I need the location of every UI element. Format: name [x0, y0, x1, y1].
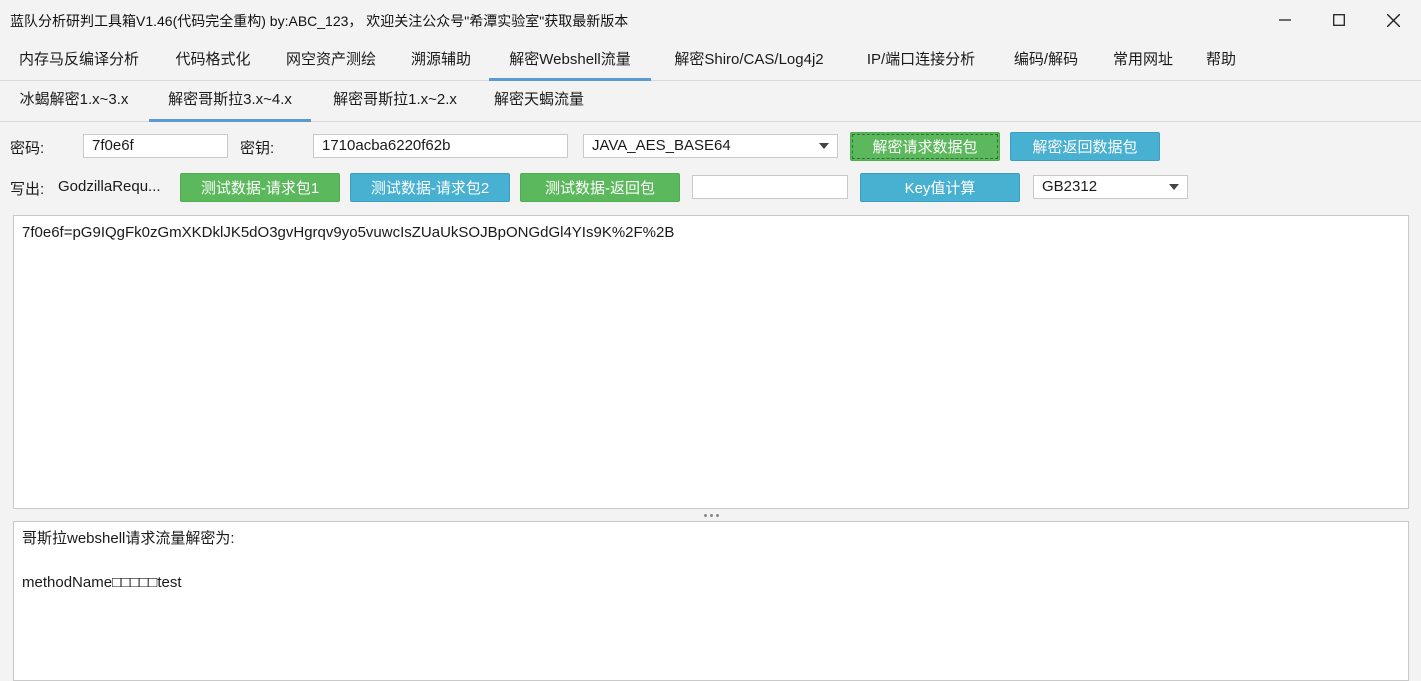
password-input[interactable]: 7f0e6f — [83, 134, 228, 158]
close-button[interactable] — [1366, 0, 1420, 40]
test-response-button[interactable]: 测试数据-返回包 — [520, 173, 680, 202]
tab-webshell-decrypt[interactable]: 解密Webshell流量 — [489, 40, 651, 81]
title-bar: 蓝队分析研判工具箱V1.46(代码完全重构) by:ABC_123， 欢迎关注公… — [0, 0, 1421, 40]
tab-code-format[interactable]: 代码格式化 — [163, 40, 263, 81]
tab-tracing[interactable]: 溯源辅助 — [399, 40, 483, 81]
subtab-godzilla-3-4[interactable]: 解密哥斯拉3.x~4.x — [149, 81, 311, 122]
tab-shiro-cas-log4j2[interactable]: 解密Shiro/CAS/Log4j2 — [657, 40, 841, 81]
maximize-button[interactable] — [1312, 0, 1366, 40]
charset-select[interactable]: GB2312 — [1033, 175, 1188, 199]
close-icon — [1386, 13, 1400, 27]
chevron-down-icon — [1169, 184, 1179, 190]
tab-asset-mapping[interactable]: 网空资产测绘 — [273, 40, 389, 81]
splitter-handle[interactable] — [700, 512, 722, 518]
output-textarea[interactable]: 哥斯拉webshell请求流量解密为: methodName□□□□□test — [13, 521, 1409, 681]
charset-value: GB2312 — [1042, 178, 1098, 195]
test-request1-button[interactable]: 测试数据-请求包1 — [180, 173, 340, 202]
password-label: 密码: — [10, 140, 45, 157]
decrypt-response-button[interactable]: 解密返回数据包 — [1010, 132, 1160, 161]
maximize-icon — [1333, 14, 1345, 26]
main-tab-bar: 内存马反编译分析 代码格式化 网空资产测绘 溯源辅助 解密Webshell流量 … — [0, 40, 1421, 81]
test-request2-button[interactable]: 测试数据-请求包2 — [350, 173, 510, 202]
input-textarea[interactable]: 7f0e6f=pG9IQgFk0zGmXKDklJK5dO3gvHgrqv9yo… — [13, 215, 1409, 509]
sub-tab-bar: 冰蝎解密1.x~3.x 解密哥斯拉3.x~4.x 解密哥斯拉1.x~2.x 解密… — [0, 81, 1421, 122]
tab-help[interactable]: 帮助 — [1195, 40, 1247, 81]
tab-memshell-decompile[interactable]: 内存马反编译分析 — [5, 40, 153, 81]
key-calc-button[interactable]: Key值计算 — [860, 173, 1020, 202]
writeout-label: 写出: — [10, 181, 45, 198]
subtab-tianxie-traffic[interactable]: 解密天蝎流量 — [481, 81, 597, 122]
grip-dot — [709, 513, 713, 517]
minimize-button[interactable] — [1258, 0, 1312, 40]
tab-common-urls[interactable]: 常用网址 — [1101, 40, 1185, 81]
chevron-down-icon — [819, 143, 829, 149]
tab-ip-port-analysis[interactable]: IP/端口连接分析 — [851, 40, 991, 81]
grip-dot — [703, 513, 707, 517]
key-calc-input[interactable] — [692, 175, 848, 199]
key-label: 密钥: — [240, 140, 275, 157]
crypto-type-value: JAVA_AES_BASE64 — [592, 137, 731, 154]
key-input[interactable]: 1710acba6220f62b — [313, 134, 568, 158]
decrypt-request-button[interactable]: 解密请求数据包 — [850, 132, 1000, 161]
minimize-icon — [1279, 19, 1291, 21]
subtab-godzilla-1-2[interactable]: 解密哥斯拉1.x~2.x — [317, 81, 473, 122]
crypto-type-select[interactable]: JAVA_AES_BASE64 — [583, 134, 838, 158]
writeout-filename: GodzillaRequ... — [58, 178, 161, 195]
subtab-behinder-1-3[interactable]: 冰蝎解密1.x~3.x — [5, 81, 143, 122]
tab-encode-decode[interactable]: 编码/解码 — [1001, 40, 1091, 81]
grip-dot — [715, 513, 719, 517]
window-title: 蓝队分析研判工具箱V1.46(代码完全重构) by:ABC_123， 欢迎关注公… — [10, 13, 629, 29]
